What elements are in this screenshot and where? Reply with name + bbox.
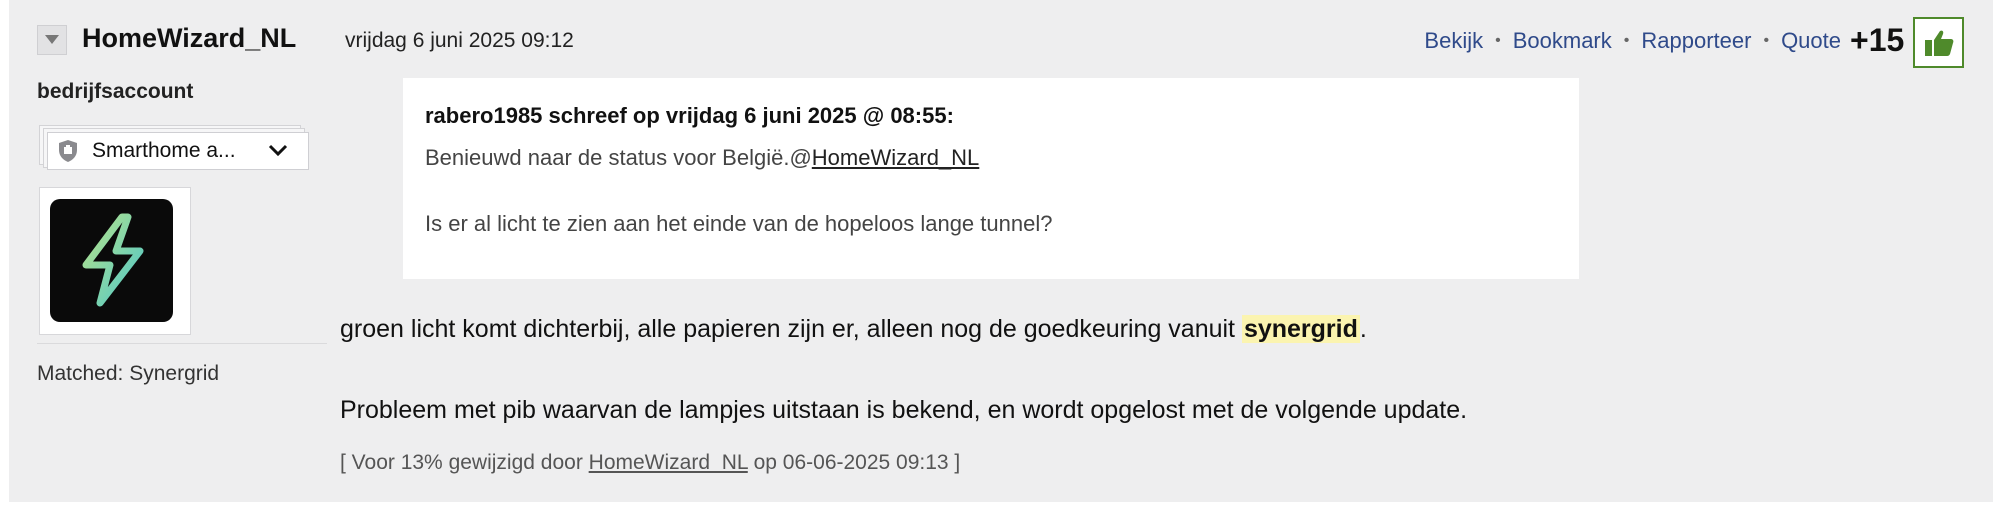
- shield-icon: [59, 140, 77, 162]
- sidebar-divider: [37, 343, 327, 344]
- quote-header: rabero1985 schreef op vrijdag 6 juni 202…: [425, 103, 954, 128]
- report-link[interactable]: Rapporteer: [1641, 28, 1751, 54]
- action-separator: •: [1763, 32, 1770, 49]
- body-text: .: [1359, 315, 1367, 343]
- quote-text: Benieuwd naar de status voor België.@: [425, 145, 812, 170]
- quote-link[interactable]: Quote: [1781, 28, 1841, 54]
- mention-link[interactable]: HomeWizard_NL: [812, 145, 980, 170]
- collapse-toggle-button[interactable]: [37, 25, 67, 55]
- lightning-bolt-icon: [82, 213, 143, 307]
- thumbs-up-icon: [1924, 30, 1953, 56]
- quote-block: rabero1985 schreef op vrijdag 6 juni 202…: [403, 78, 1579, 279]
- triangle-down-icon: [45, 35, 59, 44]
- badge-stack: Smarthome a...: [39, 125, 309, 171]
- view-link[interactable]: Bekijk: [1424, 28, 1483, 54]
- bookmark-link[interactable]: Bookmark: [1513, 28, 1612, 54]
- editor-link[interactable]: HomeWizard_NL: [589, 451, 748, 474]
- badge-label: Smarthome a...: [92, 139, 236, 162]
- post-body: groen licht komt dichterbij, alle papier…: [340, 315, 1467, 425]
- username[interactable]: HomeWizard_NL: [82, 23, 296, 54]
- badge-dropdown[interactable]: Smarthome a...: [47, 132, 309, 170]
- quote-line: Is er al licht te zien aan het einde van…: [425, 211, 1053, 236]
- upvote-button[interactable]: [1913, 17, 1964, 68]
- chevron-down-icon: [268, 144, 288, 157]
- post-actions: Bekijk • Bookmark • Rapporteer • Quote: [1424, 28, 1841, 54]
- edit-note: [ Voor 13% gewijzigd door HomeWizard_NL …: [340, 451, 960, 475]
- account-type-label: bedrijfsaccount: [37, 80, 194, 103]
- avatar-frame: [39, 187, 191, 335]
- action-separator: •: [1623, 32, 1630, 49]
- body-paragraph: Probleem met pib waarvan de lampjes uits…: [340, 396, 1468, 424]
- quote-spacer: [425, 171, 1557, 211]
- action-separator: •: [1495, 32, 1501, 49]
- avatar[interactable]: [50, 199, 173, 322]
- edit-note-prefix: [ Voor 13% gewijzigd door: [340, 451, 589, 474]
- search-highlight: synergrid: [1241, 315, 1360, 343]
- matched-label: Matched: Synergrid: [37, 362, 220, 385]
- post-timestamp[interactable]: vrijdag 6 juni 2025 09:12: [345, 29, 574, 53]
- body-paragraph: groen licht komt dichterbij, alle papier…: [340, 315, 1467, 344]
- quote-line: Benieuwd naar de status voor België.@Hom…: [425, 145, 1557, 171]
- post-score: +15: [1850, 22, 1905, 58]
- edit-note-suffix: op 06-06-2025 09:13 ]: [747, 451, 961, 474]
- body-text: groen licht komt dichterbij, alle papier…: [340, 315, 1242, 343]
- forum-post: HomeWizard_NL bedrijfsaccount Smarthome …: [9, 0, 1993, 502]
